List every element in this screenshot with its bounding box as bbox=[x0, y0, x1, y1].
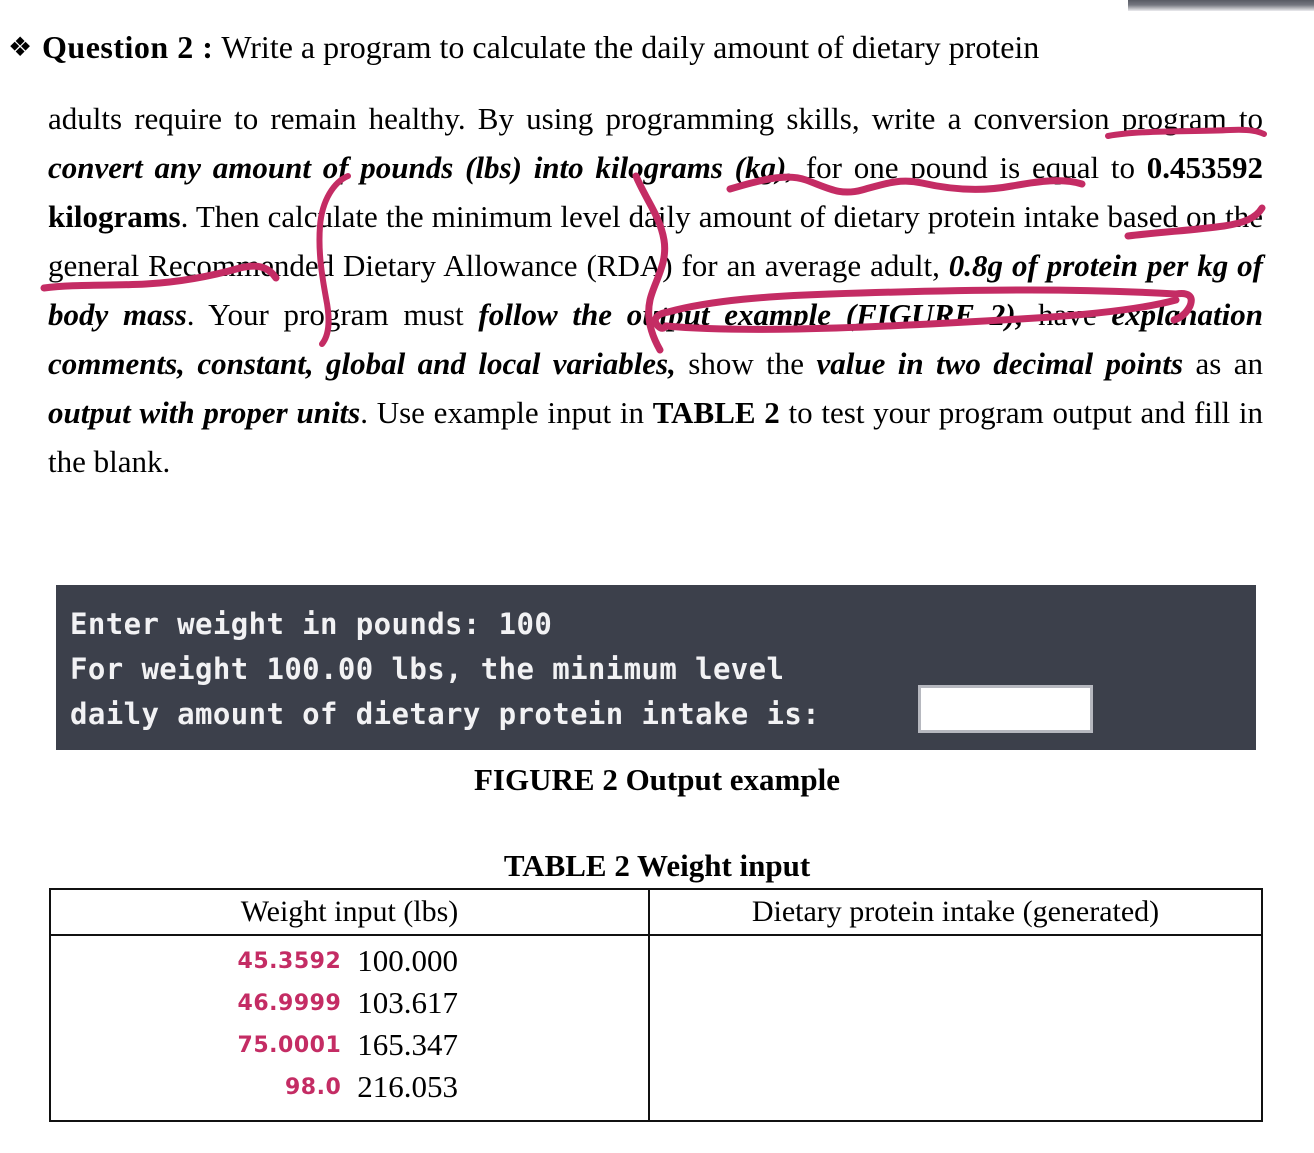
question-body: adults require to remain healthy. By usi… bbox=[48, 94, 1263, 486]
handwritten-annotation-3: 75.0001 bbox=[237, 1033, 342, 1058]
table-caption: TABLE 2 Weight input bbox=[503, 848, 811, 883]
list-item: 46.9999 103.617 bbox=[51, 982, 648, 1024]
answer-blank-input[interactable] bbox=[918, 685, 1093, 733]
question-first-line: ❖ Question 2 : Write a program to calcula… bbox=[0, 22, 1314, 72]
console-line-3: daily amount of dietary protein intake i… bbox=[70, 697, 821, 731]
question-first-line-text: Write a program to calculate the daily a… bbox=[221, 29, 1040, 65]
qtext-a: adults require to remain healthy. By usi… bbox=[48, 101, 1263, 136]
question-block: ❖ Question 2 : Write a program to calcula… bbox=[0, 22, 1314, 479]
qtext-bold-italic-6: output with proper units bbox=[48, 395, 361, 430]
weight-input-table: Weight input (lbs) Dietary protein intak… bbox=[49, 888, 1263, 1122]
weight-value-4: 216.053 bbox=[357, 1069, 458, 1104]
qtext-g: as an bbox=[1183, 346, 1263, 381]
figure-caption: FIGURE 2 Output example bbox=[474, 762, 840, 797]
handwritten-annotation-2: 46.9999 bbox=[237, 991, 342, 1016]
qtext-b: for one pound is equal to bbox=[794, 150, 1147, 185]
list-item: 45.3592 100.000 bbox=[51, 940, 648, 982]
qtext-bold-2: TABLE 2 bbox=[652, 395, 780, 430]
qtext-bold-italic-3: follow the output example (FIGURE 2), bbox=[478, 297, 1024, 332]
weight-input-cell: 45.3592 100.000 46.9999 103.617 75.0001 165… bbox=[49, 934, 650, 1122]
dietary-protein-intake-cell[interactable] bbox=[648, 934, 1263, 1122]
document-page: ❖ Question 2 : Write a program to calcula… bbox=[0, 0, 1314, 1153]
qtext-bold-italic-1: convert any amount of pounds (lbs) into … bbox=[48, 150, 795, 185]
question-label: Question 2 : bbox=[42, 29, 214, 65]
table-header-dietary-protein-intake: Dietary protein intake (generated) bbox=[648, 888, 1263, 936]
handwritten-annotation-4: 98.0 bbox=[284, 1075, 342, 1100]
diamond-bullet-icon: ❖ bbox=[8, 32, 33, 62]
table-header-weight-input: Weight input (lbs) bbox=[49, 888, 650, 936]
list-item: 98.0 216.053 bbox=[51, 1066, 648, 1108]
qtext-h: . Use example input in bbox=[360, 395, 653, 430]
table-header-row: Weight input (lbs) Dietary protein intak… bbox=[49, 888, 1263, 936]
question-paragraph: adults require to remain healthy. By usi… bbox=[48, 94, 1263, 486]
qtext-f: show the bbox=[675, 346, 817, 381]
list-item: 75.0001 165.347 bbox=[51, 1024, 648, 1066]
table-row: 45.3592 100.000 46.9999 103.617 75.0001 165… bbox=[49, 934, 1263, 1122]
qtext-bold-italic-5: value in two decimal points bbox=[816, 346, 1184, 381]
weight-value-3: 165.347 bbox=[357, 1027, 458, 1062]
weight-value-list: 45.3592 100.000 46.9999 103.617 75.0001 165… bbox=[51, 936, 648, 1108]
console-line-3-wrapper: daily amount of dietary protein intake i… bbox=[70, 685, 1256, 737]
handwritten-annotation-1: 45.3592 bbox=[237, 949, 342, 974]
qtext-e: have bbox=[1023, 297, 1112, 332]
weight-value-2: 103.617 bbox=[357, 985, 458, 1020]
qtext-d: . Your program must bbox=[186, 297, 479, 332]
scan-artifact-band bbox=[1128, 0, 1314, 11]
console-output-figure: Enter weight in pounds: 100 For weight 1… bbox=[56, 585, 1256, 750]
console-line-1: Enter weight in pounds: 100 bbox=[70, 607, 553, 641]
weight-value-1: 100.000 bbox=[357, 943, 458, 978]
